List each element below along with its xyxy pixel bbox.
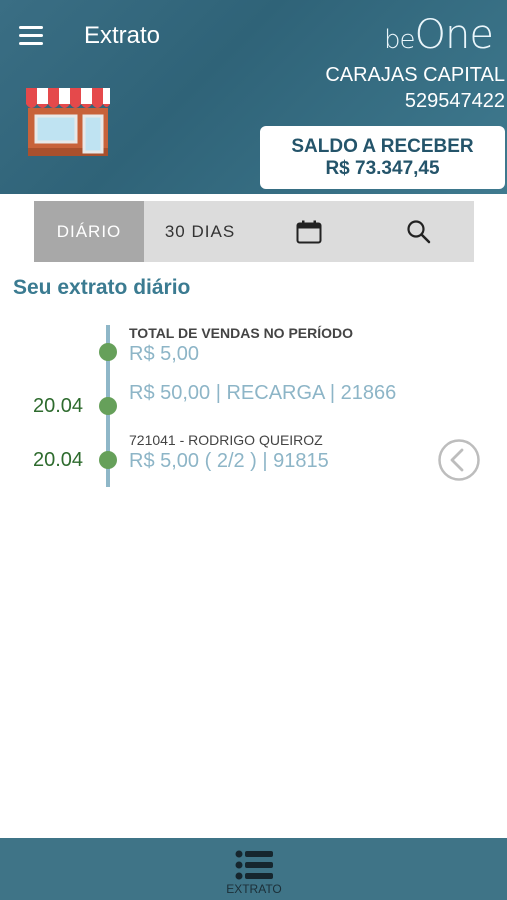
balance-card[interactable]: SALDO A RECEBER R$ 73.347,45 [260,126,505,189]
balance-label: SALDO A RECEBER [291,136,474,157]
company-name: CARAJAS CAPITAL [325,64,505,86]
entry-date: 20.04 [33,449,84,471]
nav-item-extrato[interactable]: EXTRATO [210,838,298,900]
balance-value: R$ 73.347,45 [325,158,440,179]
tab-30-days[interactable]: 30 DIAS [144,201,256,262]
summary-value: R$ 5,00 [129,343,200,365]
menu-icon[interactable] [19,26,43,46]
bottom-nav: EXTRATO [0,838,507,900]
section-title: Seu extrato diário [13,276,191,299]
entry-text[interactable]: R$ 50,00 | RECARGA | 21866 [129,382,396,405]
chevron-left-icon[interactable] [438,439,480,481]
list-icon [235,850,273,880]
calendar-icon [296,220,322,243]
search-icon [407,219,431,243]
company-id: 529547422 [404,90,505,112]
timeline-dot [99,397,117,415]
tab-daily[interactable]: DIÁRIO [34,201,144,262]
calendar-button[interactable] [279,201,339,262]
store-icon [26,88,110,156]
header: Extrato beOne CARAJAS CAPITAL 529547422 … [0,0,507,194]
entry-text[interactable]: R$ 5,00 ( 2/2 ) | 91815 [129,450,329,473]
brand-logo: beOne [384,12,494,58]
logo-prefix: be [384,25,415,55]
entry-caption: 721041 - RODRIGO QUEIROZ [129,432,323,448]
page-title: Extrato [84,22,161,49]
entry-date: 20.04 [33,395,84,417]
search-button[interactable] [389,201,449,262]
summary-label: TOTAL DE VENDAS NO PERÍODO [129,325,354,341]
nav-item-label: EXTRATO [226,882,282,896]
timeline-dot [99,451,117,469]
filter-tabs: DIÁRIO 30 DIAS [34,201,474,262]
logo-suffix: One [414,12,494,58]
timeline-dot [99,343,117,361]
